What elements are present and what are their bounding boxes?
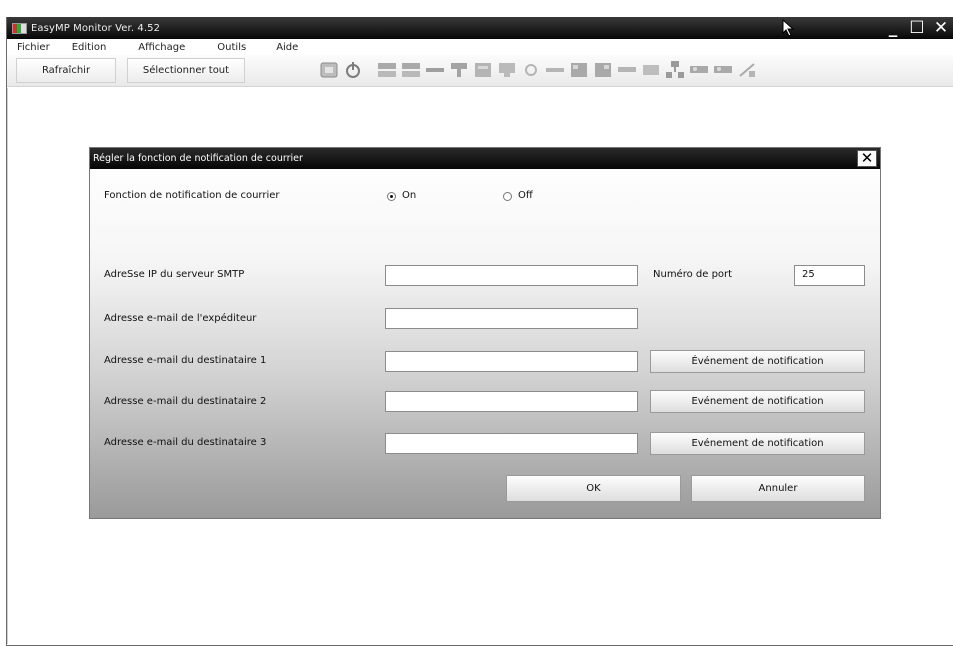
notify-function-label: Fonction de notification de courrier [104,190,280,201]
projector-c-icon[interactable] [689,60,709,80]
power-icon[interactable] [343,60,363,80]
menu-aide[interactable]: Aide [256,42,308,53]
grid-a-icon[interactable] [569,60,589,80]
mouse-cursor-icon [782,19,795,37]
bar-b-icon[interactable] [617,60,637,80]
menu-fichier[interactable]: Fichier [7,42,60,53]
window-title: EasyMP Monitor Ver. 4.52 [31,22,161,34]
menu-bar: Fichier Edition Affichage Outils Aide [7,39,953,55]
radio-on-label[interactable]: On [402,190,416,201]
sender-email-label: Adresse e-mail de l'expéditeur [104,313,257,324]
projector-d-icon[interactable] [713,60,733,80]
recipient-2-label: Adresse e-mail du destinataire 2 [104,396,267,407]
recipient-2-input[interactable] [385,391,638,412]
monitor-c-icon[interactable] [497,60,517,80]
smtp-ip-label: AdreSse IP du serveur SMTP [104,269,245,280]
radio-on[interactable] [387,192,396,201]
content-divider [7,88,8,644]
recipient-2-event-button[interactable]: Evénement de notification [650,390,865,413]
dialog-close-button[interactable]: ✕ [857,150,877,167]
smtp-ip-input[interactable] [385,265,638,286]
recipient-3-input[interactable] [385,433,638,454]
menu-outils[interactable]: Outils [195,42,256,53]
circle-icon[interactable] [521,60,541,80]
port-input[interactable]: 25 [794,265,865,286]
dialog-title: Régler la fonction de notification de co… [90,148,880,169]
cancel-button[interactable]: Annuler [691,475,865,502]
grid-b-icon[interactable] [593,60,613,80]
sender-email-input[interactable] [385,308,638,329]
recipient-3-event-button[interactable]: Evénement de notification [650,432,865,455]
app-icon [12,22,27,34]
port-label: Numéro de port [653,269,733,280]
recipient-1-event-button[interactable]: Événement de notification [650,350,865,373]
menu-edition[interactable]: Edition [60,42,117,53]
title-bar[interactable]: EasyMP Monitor Ver. 4.52 _ ☐ ✕ [7,17,953,39]
network-icon[interactable] [665,60,685,80]
mail-notification-dialog: Régler la fonction de notification de co… [89,147,881,519]
close-window-button[interactable]: ✕ [930,18,952,38]
select-all-button[interactable]: Sélectionner tout [127,58,245,83]
radio-off[interactable] [503,192,512,201]
line-icon[interactable] [425,60,445,80]
projector-a-icon[interactable] [377,60,397,80]
wireless-icon[interactable] [737,60,757,80]
recipient-1-label: Adresse e-mail du destinataire 1 [104,355,267,366]
minimize-button[interactable]: _ [882,18,904,38]
ok-button[interactable]: OK [506,475,681,502]
bar-icon[interactable] [545,60,565,80]
recipient-1-input[interactable] [385,351,638,372]
recipient-3-label: Adresse e-mail du destinataire 3 [104,437,267,448]
menu-affichage[interactable]: Affichage [116,42,195,53]
toolbar: Rafraîchir Sélectionner tout [7,55,953,87]
projector-b-icon[interactable] [401,60,421,80]
monitor-b-icon[interactable] [473,60,493,80]
shutter-icon[interactable] [319,60,339,80]
radio-off-label[interactable]: Off [518,190,533,201]
refresh-button[interactable]: Rafraîchir [16,58,116,83]
maximize-button[interactable]: ☐ [906,18,928,38]
monitor-a-icon[interactable] [449,60,469,80]
screen-icon[interactable] [641,60,661,80]
